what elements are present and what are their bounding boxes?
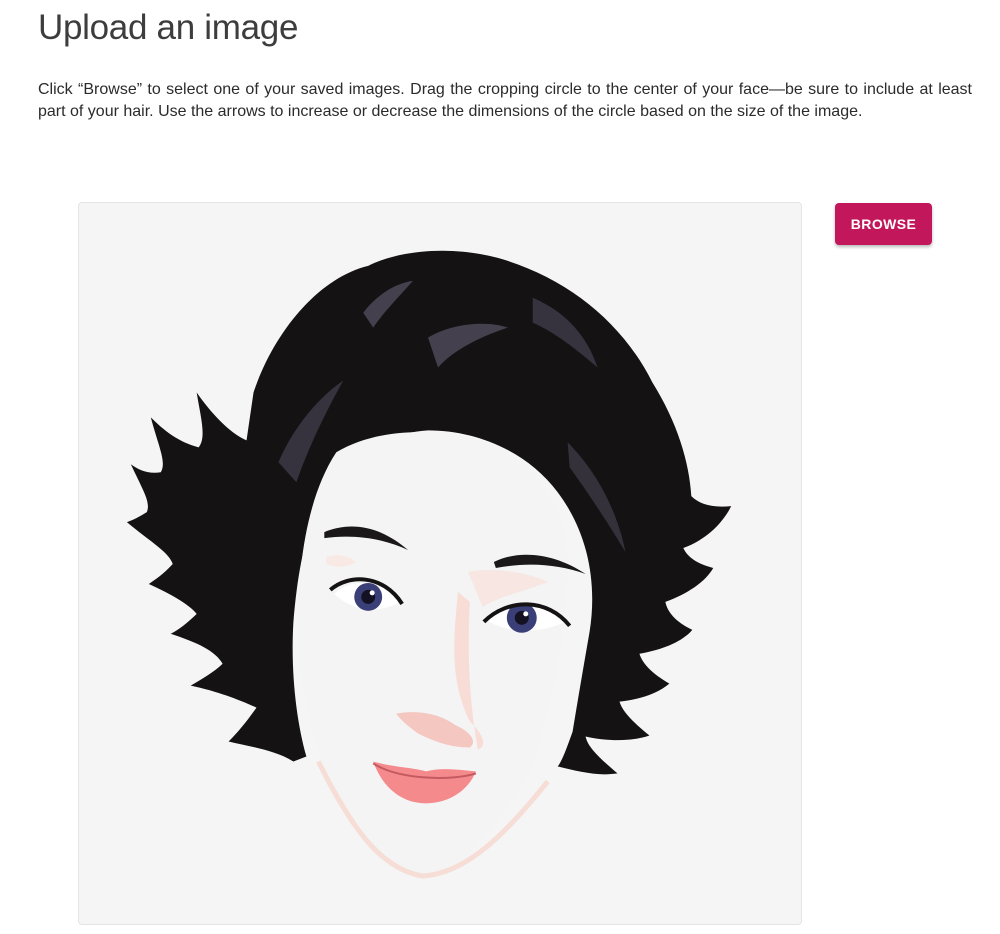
portrait-image xyxy=(126,250,732,879)
browse-button[interactable]: BROWSE xyxy=(835,203,932,245)
page-title: Upload an image xyxy=(38,8,299,47)
instructions-text: Click “Browse” to select one of your sav… xyxy=(38,81,972,120)
image-crop-area[interactable] xyxy=(78,202,802,925)
